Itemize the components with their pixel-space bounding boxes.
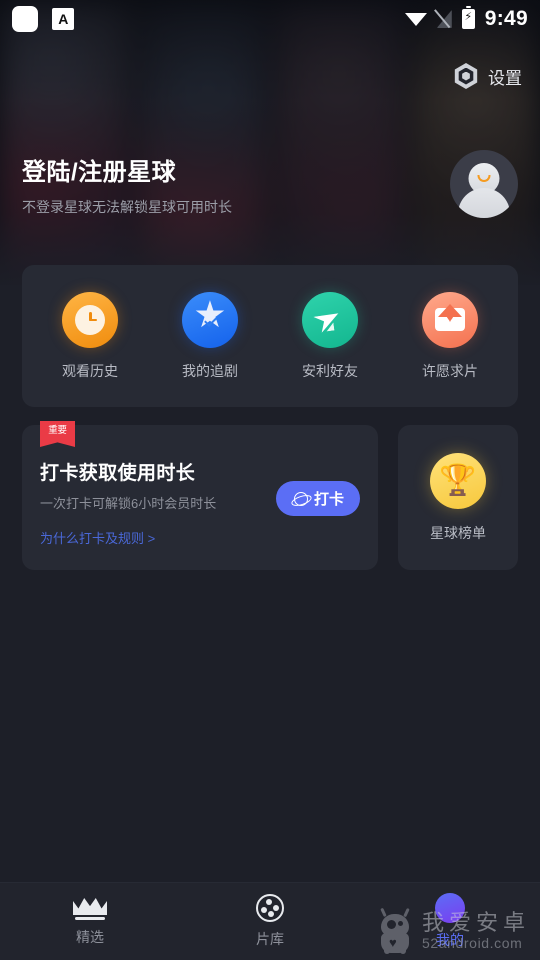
film-reel-icon [256, 894, 284, 922]
quick-action-my-shows[interactable]: 我的追剧 [150, 291, 270, 381]
avatar[interactable] [450, 150, 518, 218]
quick-action-wish-request[interactable]: 许愿求片 [390, 291, 510, 381]
page-title: 登陆/注册星球 [22, 158, 177, 186]
settings-label: 设置 [488, 68, 522, 88]
site-watermark: ♥ 我爱安卓 52android.com [375, 907, 530, 954]
status-bar-clock: 9:49 [484, 7, 528, 30]
checkin-rules-link[interactable]: 为什么打卡及规则 > [40, 528, 155, 547]
trophy-icon: 🏆 [430, 452, 486, 509]
checkin-card: 重要 打卡获取使用时长 一次打卡可解锁6小时会员时长 为什么打卡及规则 > 打卡 [22, 421, 378, 570]
status-bar: A 9:49 [0, 0, 540, 38]
star-check-icon [182, 291, 238, 348]
robot-mascot-icon: ♥ [375, 907, 415, 954]
quick-action-watch-history[interactable]: 观看历史 [30, 291, 150, 381]
hex-gear-icon [453, 63, 479, 89]
watermark-brand: 我爱安卓 [421, 909, 530, 935]
status-bar-left: A [12, 6, 74, 32]
paper-plane-icon [302, 291, 358, 348]
quick-action-label: 观看历史 [62, 362, 118, 379]
tab-featured[interactable]: 精选 [0, 896, 180, 947]
checkin-button-label: 打卡 [313, 491, 344, 508]
hero-gradient-overlay [0, 0, 540, 285]
quick-actions-card: 观看历史 我的追剧 安利好友 许愿求片 [22, 265, 518, 407]
status-bar-right: 9:49 [404, 6, 528, 31]
settings-button[interactable]: 设置 [453, 63, 522, 89]
crown-icon [73, 896, 107, 920]
app-badge-icon: A [52, 8, 74, 30]
hero-banner [0, 0, 540, 285]
quick-action-label: 许愿求片 [422, 362, 478, 379]
account-text-block: 登陆/注册星球 不登录星球无法解锁星球可用时长 [22, 152, 450, 217]
tab-library[interactable]: 片库 [180, 894, 360, 949]
checkin-subtitle: 一次打卡可解锁6小时会员时长 [40, 496, 217, 511]
wifi-icon [404, 11, 427, 27]
quick-action-share-friends[interactable]: 安利好友 [270, 291, 390, 381]
watermark-url: 52android.com [421, 935, 523, 952]
no-signal-icon [437, 10, 452, 28]
checkin-button[interactable]: 打卡 [276, 481, 360, 516]
tab-label: 精选 [76, 929, 104, 945]
clock-icon [62, 291, 118, 348]
quick-action-label: 安利好友 [302, 362, 358, 379]
rank-card-label: 星球榜单 [430, 524, 486, 541]
battery-charging-icon [461, 6, 475, 29]
account-subtitle: 不登录星球无法解锁星球可用时长 [22, 198, 232, 215]
account-header[interactable]: 登陆/注册星球 不登录星球无法解锁星球可用时长 [22, 148, 518, 220]
checkin-title: 打卡获取使用时长 [40, 463, 196, 484]
status-badge-label: 重要 [48, 425, 67, 436]
rounded-square-icon [12, 6, 38, 32]
tab-label: 片库 [256, 931, 284, 947]
envelope-heart-icon [422, 291, 478, 348]
quick-action-label: 我的追剧 [182, 362, 238, 379]
rank-card[interactable]: 🏆 星球榜单 [398, 425, 518, 570]
status-badge: 重要 [40, 421, 75, 447]
planet-icon [292, 490, 309, 507]
